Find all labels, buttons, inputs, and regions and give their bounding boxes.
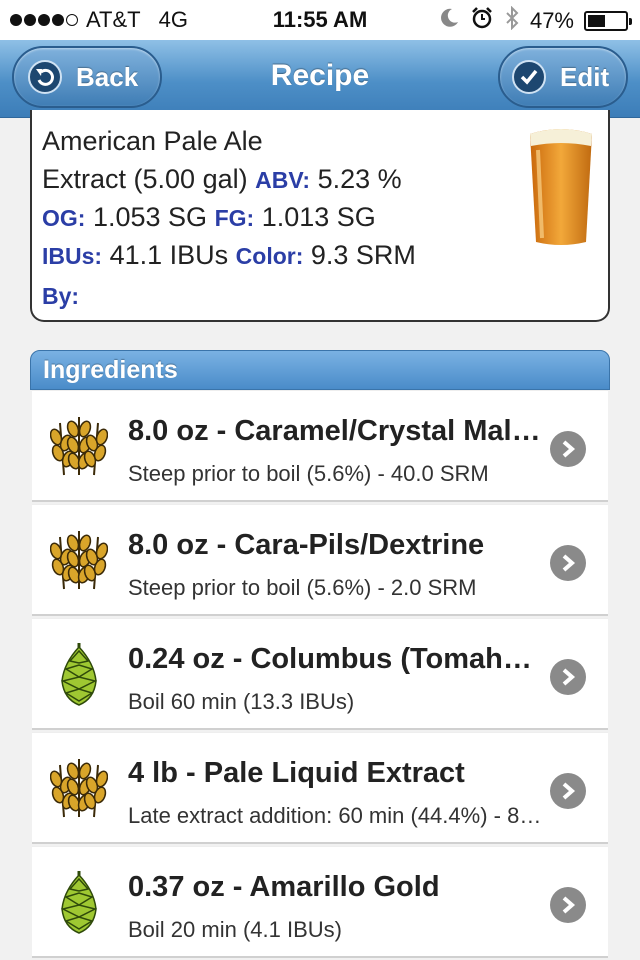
recipe-type: Extract (5.00 gal) bbox=[42, 164, 248, 194]
bluetooth-icon bbox=[504, 5, 520, 36]
recipe-type-line: Extract (5.00 gal) ABV: 5.23 % bbox=[42, 164, 402, 195]
abv-label: ABV: bbox=[255, 167, 311, 193]
navigation-bar: Back Recipe Edit bbox=[0, 40, 640, 118]
grain-icon bbox=[49, 413, 109, 479]
ingredient-subtitle: Boil 20 min (4.1 IBUs) bbox=[128, 917, 342, 942]
ingredient-row[interactable]: 8.0 oz - Cara-Pils/Dextrine Steep prior t… bbox=[32, 504, 608, 616]
og-label: OG: bbox=[42, 205, 86, 231]
status-bar: AT&T 4G 11:55 AM 47% bbox=[0, 0, 640, 40]
fg-value: 1.013 SG bbox=[261, 202, 376, 232]
og-value: 1.053 SG bbox=[92, 202, 208, 232]
beer-glass-icon bbox=[526, 120, 596, 253]
ingredient-title: 4 lb - Pale Liquid Extract bbox=[128, 757, 465, 789]
battery-percent: 47% bbox=[529, 8, 574, 33]
ibu-label: IBUs: bbox=[42, 243, 103, 269]
ingredient-row[interactable]: 0.37 oz - Amarillo Gold Boil 20 min (4.1 … bbox=[32, 846, 608, 958]
fg-label: FG: bbox=[214, 205, 255, 231]
ingredient-subtitle: Steep prior to boil (5.6%) - 40.0 SRM bbox=[128, 461, 489, 486]
ingredient-row[interactable]: 8.0 oz - Caramel/Crystal Malt - 40L Steep… bbox=[32, 390, 608, 502]
hop-icon bbox=[50, 641, 108, 707]
hop-icon bbox=[50, 869, 108, 935]
grain-icon bbox=[49, 527, 109, 593]
ingredient-title: 0.24 oz - Columbus (Tomahawk) bbox=[128, 643, 546, 675]
ingredients-header: Ingredients bbox=[30, 350, 610, 390]
ingredient-subtitle: Steep prior to boil (5.6%) - 2.0 SRM bbox=[128, 575, 477, 600]
color-value: 9.3 SRM bbox=[310, 240, 416, 270]
ibu-value: 41.1 IBUs bbox=[109, 240, 229, 270]
alarm-icon bbox=[470, 6, 494, 36]
ingredient-subtitle: Boil 60 min (13.3 IBUs) bbox=[128, 689, 355, 714]
chevron-right-icon[interactable] bbox=[550, 431, 586, 467]
chevron-right-icon[interactable] bbox=[550, 545, 586, 581]
edit-button[interactable]: Edit bbox=[498, 46, 628, 108]
battery-icon bbox=[584, 11, 632, 31]
abv-value: 5.23 % bbox=[317, 164, 402, 194]
author-line: By: bbox=[42, 280, 79, 311]
recipe-style: American Pale Ale bbox=[42, 126, 263, 156]
ingredient-title: 8.0 oz - Caramel/Crystal Malt - 40L bbox=[128, 415, 546, 447]
chevron-right-icon[interactable] bbox=[550, 659, 586, 695]
by-label: By: bbox=[42, 283, 80, 309]
edit-button-label: Edit bbox=[560, 61, 610, 92]
ingredient-title: 0.37 oz - Amarillo Gold bbox=[128, 871, 440, 903]
ingredient-subtitle: Late extract addition: 60 min (44.4%) - … bbox=[128, 803, 546, 828]
status-icons: 47% bbox=[438, 5, 632, 36]
gravity-line: OG: 1.053 SG FG: 1.013 SG bbox=[42, 202, 376, 233]
ingredient-row[interactable]: 0.24 oz - Columbus (Tomahawk) Boil 60 min… bbox=[32, 618, 608, 730]
chevron-right-icon[interactable] bbox=[550, 773, 586, 809]
ingredient-title: 8.0 oz - Cara-Pils/Dextrine bbox=[128, 529, 485, 561]
recipe-summary-card: American Pale Ale Extract (5.00 gal) ABV… bbox=[30, 110, 610, 322]
chevron-right-icon[interactable] bbox=[550, 887, 586, 923]
moon-icon bbox=[438, 7, 460, 35]
grain-icon bbox=[49, 755, 109, 821]
ingredient-row[interactable]: 4 lb - Pale Liquid Extract Late extract a… bbox=[32, 732, 608, 844]
ibu-color-line: IBUs: 41.1 IBUs Color: 9.3 SRM bbox=[42, 240, 416, 271]
color-label: Color: bbox=[235, 243, 304, 269]
checkmark-icon bbox=[512, 60, 546, 94]
